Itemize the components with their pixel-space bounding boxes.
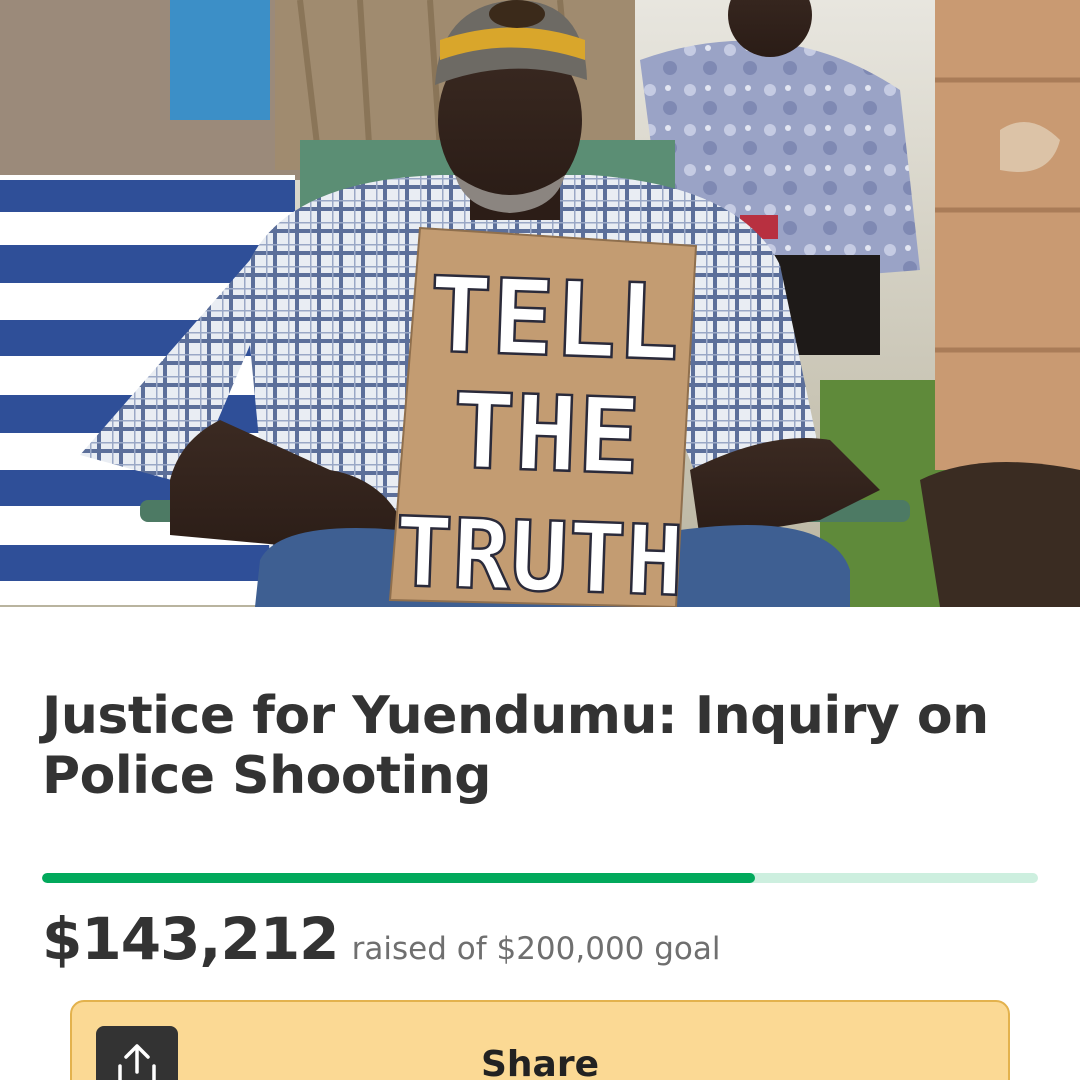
svg-text:TRUTH: TRUTH bbox=[393, 496, 686, 607]
share-button[interactable]: Share bbox=[70, 1000, 1010, 1080]
goal-text: raised of $200,000 goal bbox=[351, 931, 721, 967]
raised-amount: $143,212 bbox=[42, 905, 340, 973]
svg-text:THE: THE bbox=[450, 370, 642, 498]
funding-summary: $143,212 raised of $200,000 goal bbox=[42, 905, 1042, 975]
funding-progress-bar bbox=[42, 873, 1038, 883]
funding-progress-fill bbox=[42, 873, 756, 883]
campaign-hero-image: TELL THE TRUTH bbox=[0, 0, 1080, 607]
share-button-label: Share bbox=[480, 1044, 600, 1080]
campaign-title: Justice for Yuendumu: Inquiry on Police … bbox=[42, 686, 989, 806]
svg-text:TELL: TELL bbox=[427, 254, 682, 385]
